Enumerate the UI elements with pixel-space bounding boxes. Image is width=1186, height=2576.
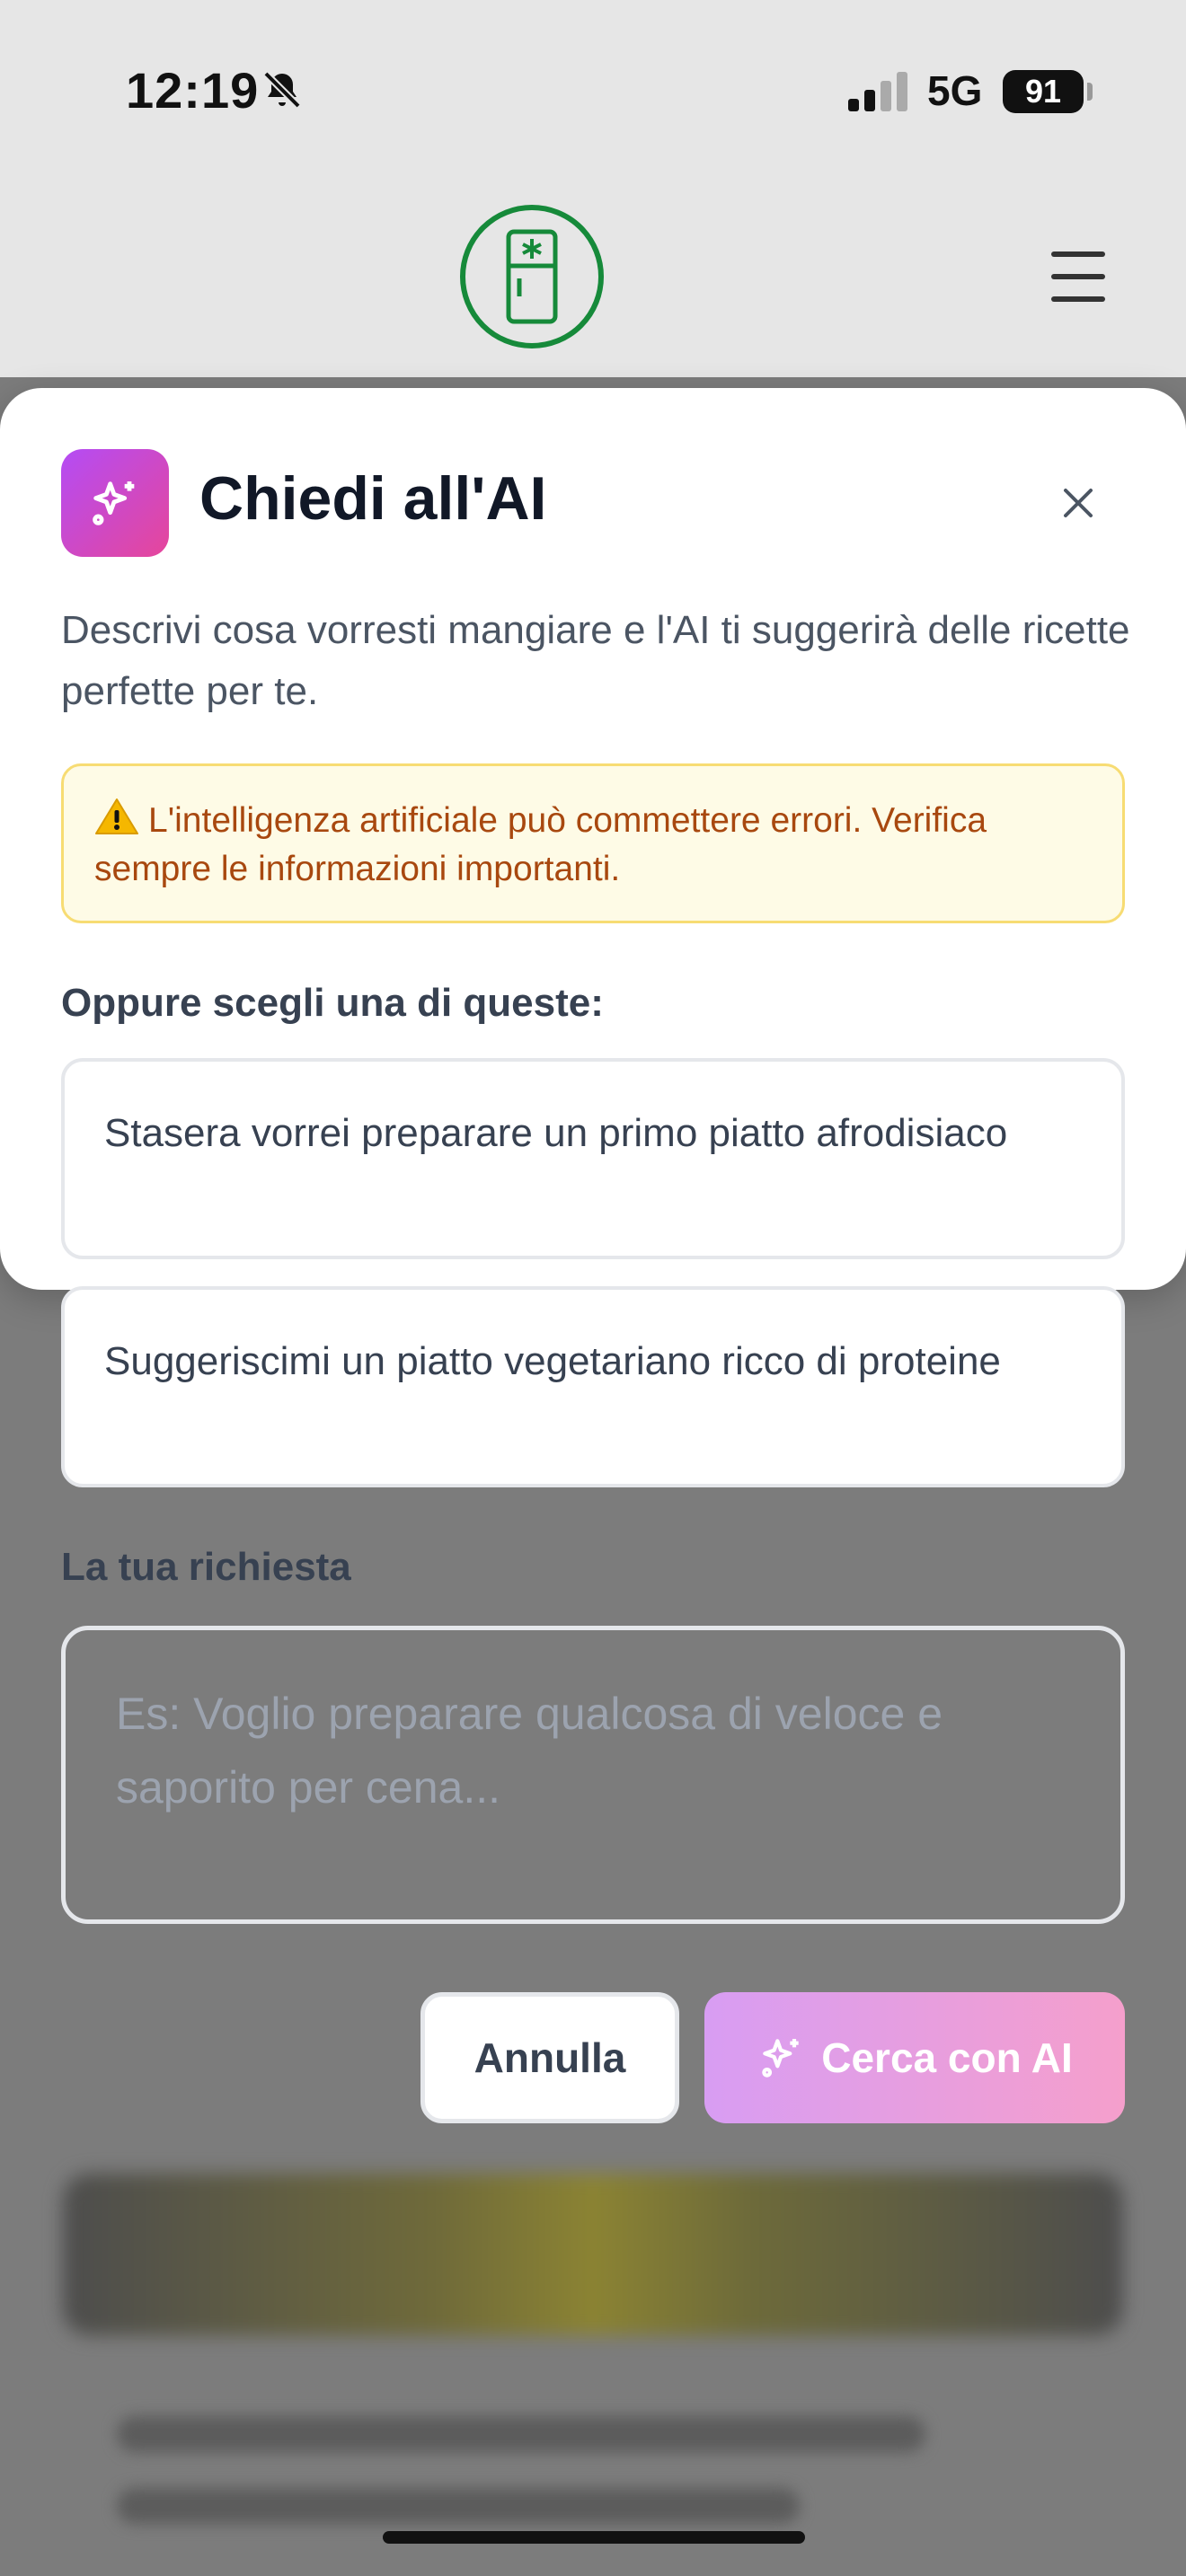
suggestion-item[interactable]: Stasera vorrei preparare un primo piatto… <box>61 1058 1125 1259</box>
home-indicator <box>383 2531 805 2544</box>
warning-icon <box>95 798 138 834</box>
status-bar: 12:19 5G 91 <box>0 0 1186 180</box>
battery-indicator: 91 <box>1003 70 1084 113</box>
suggestions-label: Oppure scegli una di queste: <box>61 981 604 1025</box>
battery-tip <box>1087 83 1093 101</box>
status-time: 12:19 <box>126 62 260 119</box>
modal-title: Chiedi all'AI <box>199 464 547 533</box>
sparkles-icon <box>61 449 169 557</box>
blurred-recipe-image <box>63 2174 1123 2335</box>
search-with-ai-button[interactable]: Cerca con AI <box>704 1992 1125 2123</box>
search-button-label: Cerca con AI <box>821 2034 1073 2081</box>
request-label: La tua richiesta <box>61 1545 351 1589</box>
warning-text: L'intelligenza artificiale può commetter… <box>94 801 987 888</box>
warning-banner: L'intelligenza artificiale può commetter… <box>61 763 1125 923</box>
fridge-icon[interactable] <box>460 205 604 348</box>
request-textarea[interactable]: Es: Voglio preparare qualcosa di veloce … <box>61 1626 1125 1924</box>
blurred-text-line <box>117 2488 800 2524</box>
ai-modal: Chiedi all'AI Descrivi cosa vorresti man… <box>0 388 1186 2123</box>
network-type: 5G <box>927 67 983 114</box>
blurred-text-line <box>117 2416 925 2452</box>
cellular-signal-icon <box>848 72 907 111</box>
close-icon[interactable] <box>1049 474 1107 532</box>
sparkles-icon <box>762 2039 799 2078</box>
modal-description: Descrivi cosa vorresti mangiare e l'AI t… <box>61 608 1130 713</box>
hamburger-menu-icon[interactable] <box>1051 251 1105 302</box>
cancel-button[interactable]: Annulla <box>420 1992 679 2123</box>
request-placeholder: Es: Voglio preparare qualcosa di veloce … <box>116 1689 943 1813</box>
suggestion-item[interactable]: Suggeriscimi un piatto vegetariano ricco… <box>61 1286 1125 1487</box>
bell-muted-icon <box>263 71 301 109</box>
